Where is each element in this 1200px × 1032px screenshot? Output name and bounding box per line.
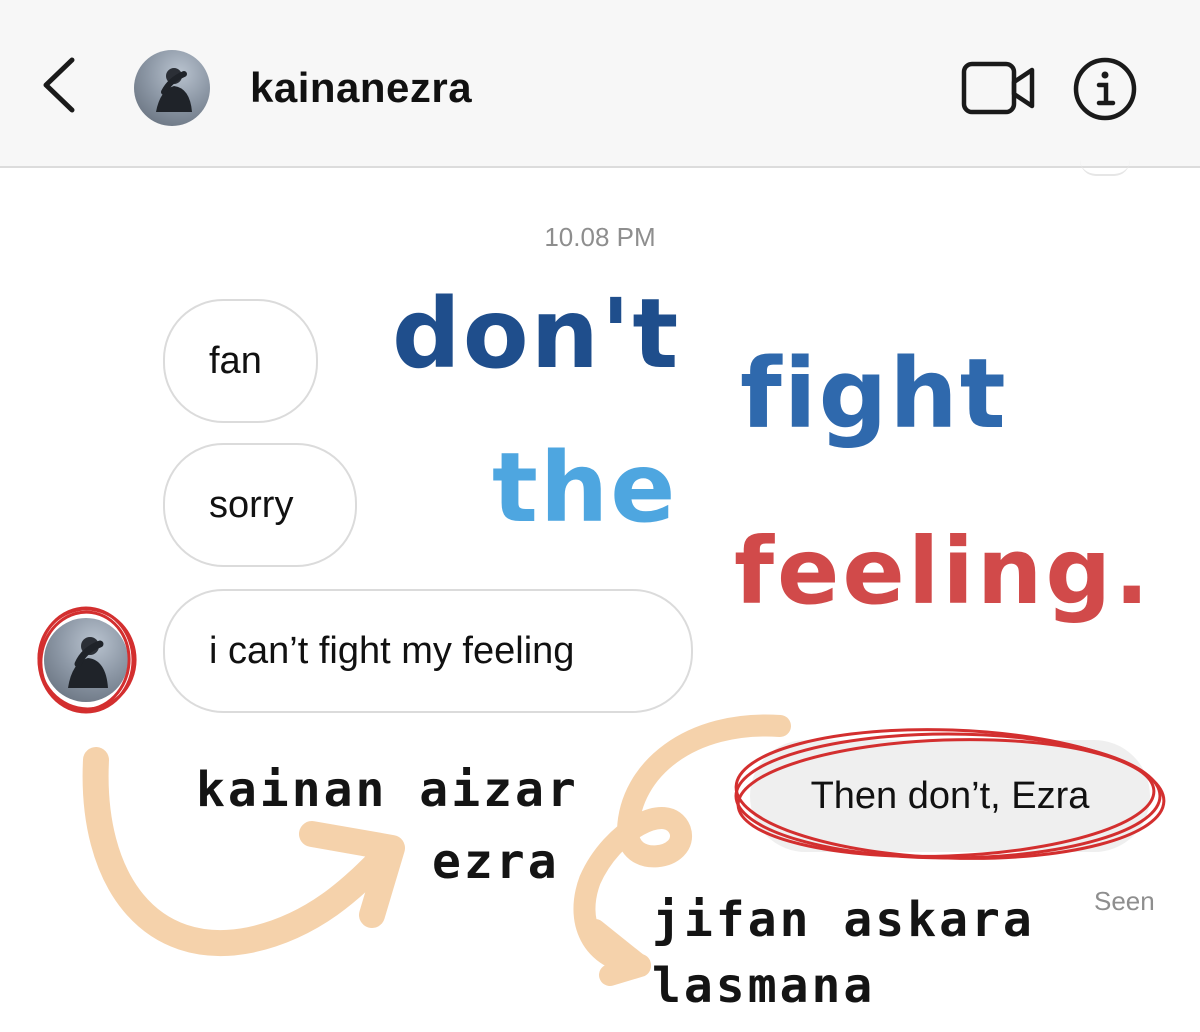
chat-screen: kainanezra 10.08 PM fan sorry i can’t fi… bbox=[0, 0, 1200, 1032]
video-camera-icon bbox=[961, 61, 1035, 115]
message-text: i can’t fight my feeling bbox=[209, 629, 575, 672]
overlay-text-feeling: feeling. bbox=[734, 518, 1153, 625]
info-button[interactable] bbox=[1072, 56, 1138, 122]
message-text: Then don’t, Ezra bbox=[810, 774, 1090, 817]
incoming-message[interactable]: sorry bbox=[163, 443, 357, 567]
message-text: fan bbox=[209, 339, 262, 382]
back-button[interactable] bbox=[30, 50, 90, 120]
message-timestamp: 10.08 PM bbox=[544, 222, 656, 252]
profile-photo bbox=[156, 68, 192, 112]
overlay-text-the: the bbox=[492, 432, 678, 544]
overlay-text-dont: don't bbox=[392, 278, 681, 390]
caption-name-1-line2: ezra bbox=[432, 834, 560, 890]
caption-name-2-line2: lasmana bbox=[652, 958, 876, 1014]
chat-header: kainanezra bbox=[0, 0, 1200, 168]
chat-username[interactable]: kainanezra bbox=[250, 58, 472, 118]
seen-receipt: Seen bbox=[1094, 886, 1155, 916]
profile-photo bbox=[68, 637, 108, 688]
chevron-left-icon bbox=[43, 57, 75, 113]
incoming-message[interactable]: fan bbox=[163, 299, 318, 423]
incoming-message[interactable]: i can’t fight my feeling bbox=[163, 589, 693, 713]
caption-name-1-line1: kainan aizar bbox=[196, 762, 579, 818]
info-icon bbox=[1073, 57, 1137, 121]
video-call-button[interactable] bbox=[960, 56, 1036, 120]
message-text: sorry bbox=[209, 483, 294, 526]
outgoing-message[interactable]: Then don’t, Ezra bbox=[750, 740, 1150, 852]
caption-name-2-line1: jifan askara bbox=[652, 892, 1035, 948]
scroll-indicator bbox=[1080, 160, 1130, 176]
avatar[interactable] bbox=[134, 50, 210, 126]
sender-avatar[interactable] bbox=[44, 618, 128, 702]
overlay-text-fight: fight bbox=[740, 338, 1008, 450]
